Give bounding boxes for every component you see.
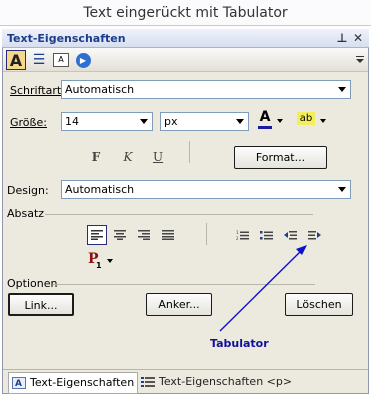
text-properties-tab-icon: A: [12, 377, 26, 389]
annotation-label: Tabulator: [210, 337, 269, 350]
tab-text-properties-p[interactable]: Text-Eigenschaften <p>: [138, 372, 295, 392]
svg-text:A: A: [15, 379, 22, 389]
tab-text-properties[interactable]: A Text-Eigenschaften: [8, 372, 139, 394]
tag-list-icon: [141, 377, 155, 387]
panel-tabs: A Text-Eigenschaften Text-Eigenschaften …: [3, 369, 368, 394]
tab-text-properties-label: Text-Eigenschaften: [30, 376, 135, 389]
tab-text-properties-p-label: Text-Eigenschaften <p>: [159, 375, 293, 388]
annotation-arrow: [219, 245, 307, 332]
